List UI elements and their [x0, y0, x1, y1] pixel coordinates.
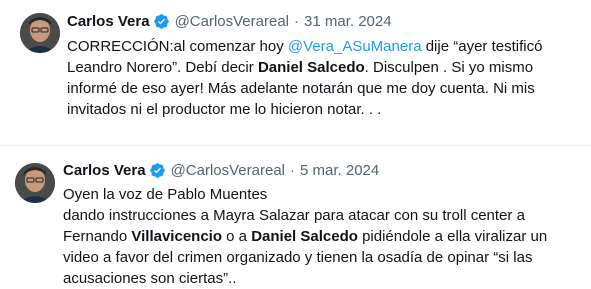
avatar[interactable] — [15, 163, 55, 203]
text-segment: CORRECCIÓN:al comenzar hoy — [67, 38, 288, 55]
author-handle[interactable]: @CarlosVerareal — [175, 13, 289, 30]
tweet-header: Carlos Vera @CarlosVerareal · 31 mar. 20… — [67, 13, 392, 30]
bold-text: Villavicencio — [131, 228, 222, 245]
tweet-text: CORRECCIÓN:al comenzar hoy @Vera_ASuMane… — [67, 36, 582, 120]
bold-text: Daniel Salcedo — [257, 59, 365, 76]
avatar-photo — [20, 13, 60, 53]
verified-badge-icon — [153, 14, 169, 29]
text-segment: o a — [222, 228, 252, 245]
bold-text: Daniel Salcedo — [251, 228, 358, 245]
mention-link[interactable]: @Vera_ASuManera — [288, 38, 422, 55]
tweet-date[interactable]: 31 mar. 2024 — [304, 13, 392, 30]
tweet-date[interactable]: 5 mar. 2024 — [300, 162, 379, 179]
tweet[interactable]: Carlos Vera @CarlosVerareal · 5 mar. 202… — [0, 146, 591, 287]
author-handle[interactable]: @CarlosVerareal — [171, 162, 285, 179]
tweet[interactable]: Carlos Vera @CarlosVerareal · 31 mar. 20… — [0, 0, 591, 145]
verified-badge-icon — [149, 163, 165, 178]
tweet-header: Carlos Vera @CarlosVerareal · 5 mar. 202… — [63, 162, 379, 179]
avatar[interactable] — [20, 13, 60, 53]
separator-dot: · — [294, 13, 300, 30]
text-line: Oyen la voz de Pablo Muentes — [63, 186, 268, 203]
author-name[interactable]: Carlos Vera — [67, 13, 150, 30]
avatar-photo — [15, 163, 55, 203]
tweet-text: Oyen la voz de Pablo Muentes dando instru… — [63, 184, 583, 289]
separator-dot: · — [290, 162, 296, 179]
author-name[interactable]: Carlos Vera — [63, 162, 146, 179]
